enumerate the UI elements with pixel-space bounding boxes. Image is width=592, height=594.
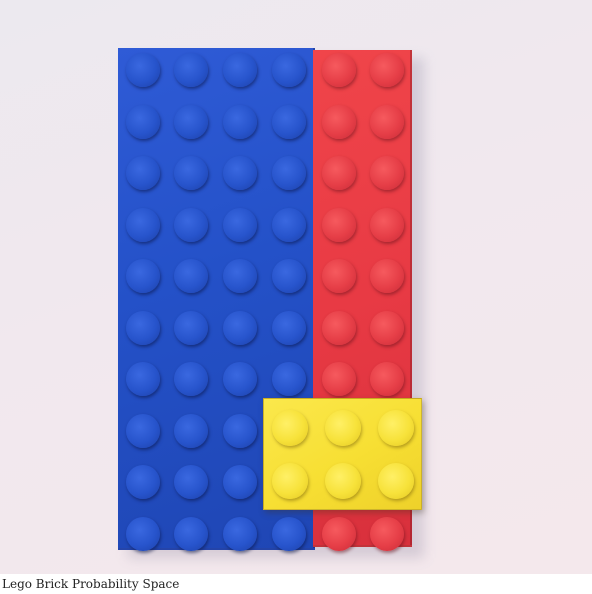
blue-stud: [272, 207, 306, 242]
blue-stud: [126, 310, 160, 345]
blue-stud: [126, 207, 160, 242]
blue-stud: [174, 362, 208, 396]
red-stud: [322, 53, 356, 87]
blue-stud: [126, 465, 160, 499]
blue-stud: [174, 104, 208, 139]
blue-stud: [174, 310, 208, 345]
yellow-stud: [378, 463, 414, 499]
blue-stud: [174, 516, 208, 551]
blue-stud: [126, 156, 160, 190]
red-stud: [370, 156, 404, 190]
red-stud: [370, 516, 404, 551]
blue-stud: [272, 310, 306, 345]
blue-stud: [174, 413, 208, 448]
figure-caption: Lego Brick Probability Space: [2, 577, 180, 591]
red-stud: [370, 310, 404, 345]
red-stud: [322, 310, 356, 345]
lego-photo: [0, 0, 592, 574]
blue-stud: [126, 259, 160, 293]
yellow-stud: [272, 410, 308, 446]
red-stud: [370, 259, 404, 293]
blue-stud: [126, 516, 160, 551]
red-stud: [322, 207, 356, 242]
red-stud: [322, 259, 356, 293]
blue-stud: [272, 156, 306, 190]
blue-stud: [174, 207, 208, 242]
red-stud: [370, 362, 404, 396]
blue-stud: [126, 104, 160, 139]
blue-stud: [126, 53, 160, 87]
red-stud: [322, 156, 356, 190]
figure: Lego Brick Probability Space: [0, 0, 592, 594]
blue-stud: [272, 259, 306, 293]
yellow-stud: [272, 463, 308, 499]
red-stud: [370, 53, 404, 87]
blue-stud: [272, 53, 306, 87]
yellow-stud: [325, 463, 361, 499]
blue-stud: [272, 516, 306, 551]
yellow-stud: [325, 410, 361, 446]
blue-stud: [223, 362, 257, 396]
red-stud: [370, 207, 404, 242]
blue-stud: [272, 362, 306, 396]
blue-stud: [223, 310, 257, 345]
blue-stud: [223, 53, 257, 87]
red-stud: [370, 104, 404, 139]
blue-stud: [223, 413, 257, 448]
blue-stud: [223, 156, 257, 190]
blue-stud: [272, 104, 306, 139]
blue-stud: [174, 259, 208, 293]
blue-stud: [174, 156, 208, 190]
yellow-stud: [378, 410, 414, 446]
blue-stud: [174, 465, 208, 499]
blue-stud: [126, 362, 160, 396]
blue-stud: [174, 53, 208, 87]
red-stud: [322, 516, 356, 551]
red-stud: [322, 362, 356, 396]
blue-stud: [223, 104, 257, 139]
red-stud: [322, 104, 356, 139]
blue-stud: [223, 465, 257, 499]
blue-stud: [126, 413, 160, 448]
blue-stud: [223, 207, 257, 242]
blue-stud: [223, 259, 257, 293]
blue-stud: [223, 516, 257, 551]
